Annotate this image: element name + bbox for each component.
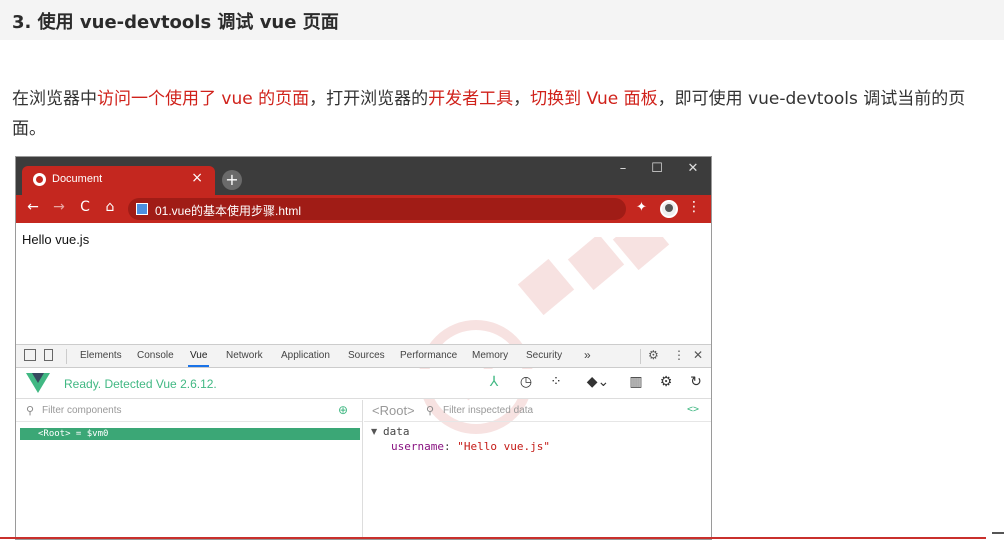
tab-network[interactable]: Network (226, 350, 263, 361)
reload-icon[interactable]: C (75, 199, 95, 215)
tab-application[interactable]: Application (281, 350, 330, 361)
devtools-menu-icon[interactable]: ⋮ (673, 348, 685, 362)
tab-title: Document (52, 173, 103, 185)
performance-icon[interactable]: ▥ (626, 374, 646, 390)
settings-icon[interactable]: ⚙ (656, 374, 676, 390)
tab-memory[interactable]: Memory (472, 350, 508, 361)
devtools-tabbar: Elements Console Vue Network Application… (16, 344, 711, 368)
search-icon: ⚲ (26, 404, 35, 417)
root-row-label: <Root> = $vm0 (38, 429, 109, 439)
property-value: "Hello vue.js" (457, 440, 550, 453)
intro-highlight-1: 访问一个使用了 vue 的页面 (97, 89, 310, 109)
tab-strip: Document × + – ☐ ✕ (16, 157, 711, 195)
forward-icon[interactable]: → (49, 199, 69, 215)
data-section-label[interactable]: data (383, 425, 410, 438)
components-pane: ⚲ Filter components ⊕ <Root> = $vm0 (16, 400, 363, 539)
tab-security[interactable]: Security (526, 350, 562, 361)
devtools-separator (66, 349, 67, 364)
extensions-puzzle-icon[interactable]: ✦ (636, 200, 647, 215)
tab-close-icon[interactable]: × (191, 170, 203, 186)
vue-status-text: Ready. Detected Vue 2.6.12. (64, 377, 217, 391)
profile-avatar[interactable] (660, 200, 678, 218)
browser-screenshot: Document × + – ☐ ✕ ← → C ⌂ 01.vue的基本使用步骤… (15, 156, 712, 540)
components-icon[interactable]: ⅄ (484, 374, 504, 390)
filter-components-placeholder: Filter components (42, 405, 122, 416)
tab-console[interactable]: Console (137, 350, 174, 361)
globe-icon (33, 173, 46, 186)
vuex-icon[interactable]: ⁘ (546, 374, 566, 390)
routing-icon[interactable]: ◆⌄ (582, 374, 614, 390)
section-title: 3. 使用 vue-devtools 调试 vue 页面 (12, 12, 339, 33)
component-tree-root[interactable]: <Root> = $vm0 (20, 428, 360, 440)
browser-tab[interactable]: Document × (22, 166, 215, 195)
devtools-separator (640, 349, 641, 364)
intro-highlight-3: 切换到 Vue 面板 (530, 89, 658, 109)
intro-highlight-2: 开发者工具 (428, 89, 514, 109)
back-icon[interactable]: ← (23, 199, 43, 215)
new-tab-button[interactable]: + (222, 170, 242, 190)
url-text: 01.vue的基本使用步骤.html (155, 204, 302, 218)
refresh-icon[interactable]: ↻ (686, 374, 706, 390)
tab-sources[interactable]: Sources (348, 350, 385, 361)
home-icon[interactable]: ⌂ (100, 199, 120, 215)
filter-inspected-data-input[interactable]: Filter inspected data (443, 405, 533, 416)
inspect-element-icon[interactable] (24, 349, 36, 361)
bottom-mark (992, 532, 1004, 534)
window-close-icon[interactable]: ✕ (678, 161, 708, 176)
inspector-header: <Root> ⚲ Filter inspected data <> (364, 400, 711, 422)
intro-paragraph: 在浏览器中访问一个使用了 vue 的页面，打开浏览器的开发者工具，切换到 Vue… (12, 84, 992, 144)
caret-down-icon[interactable]: ▼ (371, 427, 377, 436)
search-icon: ⚲ (426, 404, 435, 417)
tab-elements[interactable]: Elements (80, 350, 122, 361)
bottom-rule (0, 537, 986, 539)
history-icon[interactable]: ◷ (516, 374, 536, 390)
devtools-close-icon[interactable]: ✕ (693, 348, 703, 362)
device-toolbar-icon[interactable] (44, 349, 53, 361)
property-name: username (391, 440, 444, 453)
tab-performance[interactable]: Performance (400, 350, 457, 361)
page-text: Hello vue.js (22, 232, 90, 247)
code-view-icon[interactable]: <> (687, 404, 699, 415)
address-bar[interactable]: 01.vue的基本使用步骤.html (128, 198, 626, 220)
tab-vue[interactable]: Vue (187, 350, 210, 367)
intro-text-1: 在浏览器中 (12, 89, 97, 109)
more-tabs-icon[interactable]: » (584, 348, 591, 362)
vue-toolbar: Ready. Detected Vue 2.6.12. ⅄ ◷ ⁘ ◆⌄ ▥ ⚙… (16, 369, 711, 399)
component-filter[interactable]: ⚲ Filter components ⊕ (16, 400, 362, 422)
intro-text-3: ， (513, 89, 531, 109)
intro-text-2: ，打开浏览器的 (309, 89, 429, 109)
inspector-pane: <Root> ⚲ Filter inspected data <> ▼ data… (364, 400, 711, 539)
browser-menu-icon[interactable]: ⋮ (687, 199, 701, 215)
settings-gear-icon[interactable]: ⚙ (648, 348, 659, 362)
maximize-icon[interactable]: ☐ (642, 161, 672, 176)
data-property-row[interactable]: username: "Hello vue.js" (391, 440, 550, 453)
browser-toolbar: ← → C ⌂ 01.vue的基本使用步骤.html ✦ ⋮ (16, 195, 711, 223)
inspected-component-name: <Root> (372, 403, 415, 418)
minimize-icon[interactable]: – (608, 161, 638, 176)
select-component-icon[interactable]: ⊕ (338, 403, 348, 417)
file-icon (136, 203, 148, 215)
vue-logo-icon (26, 373, 50, 393)
